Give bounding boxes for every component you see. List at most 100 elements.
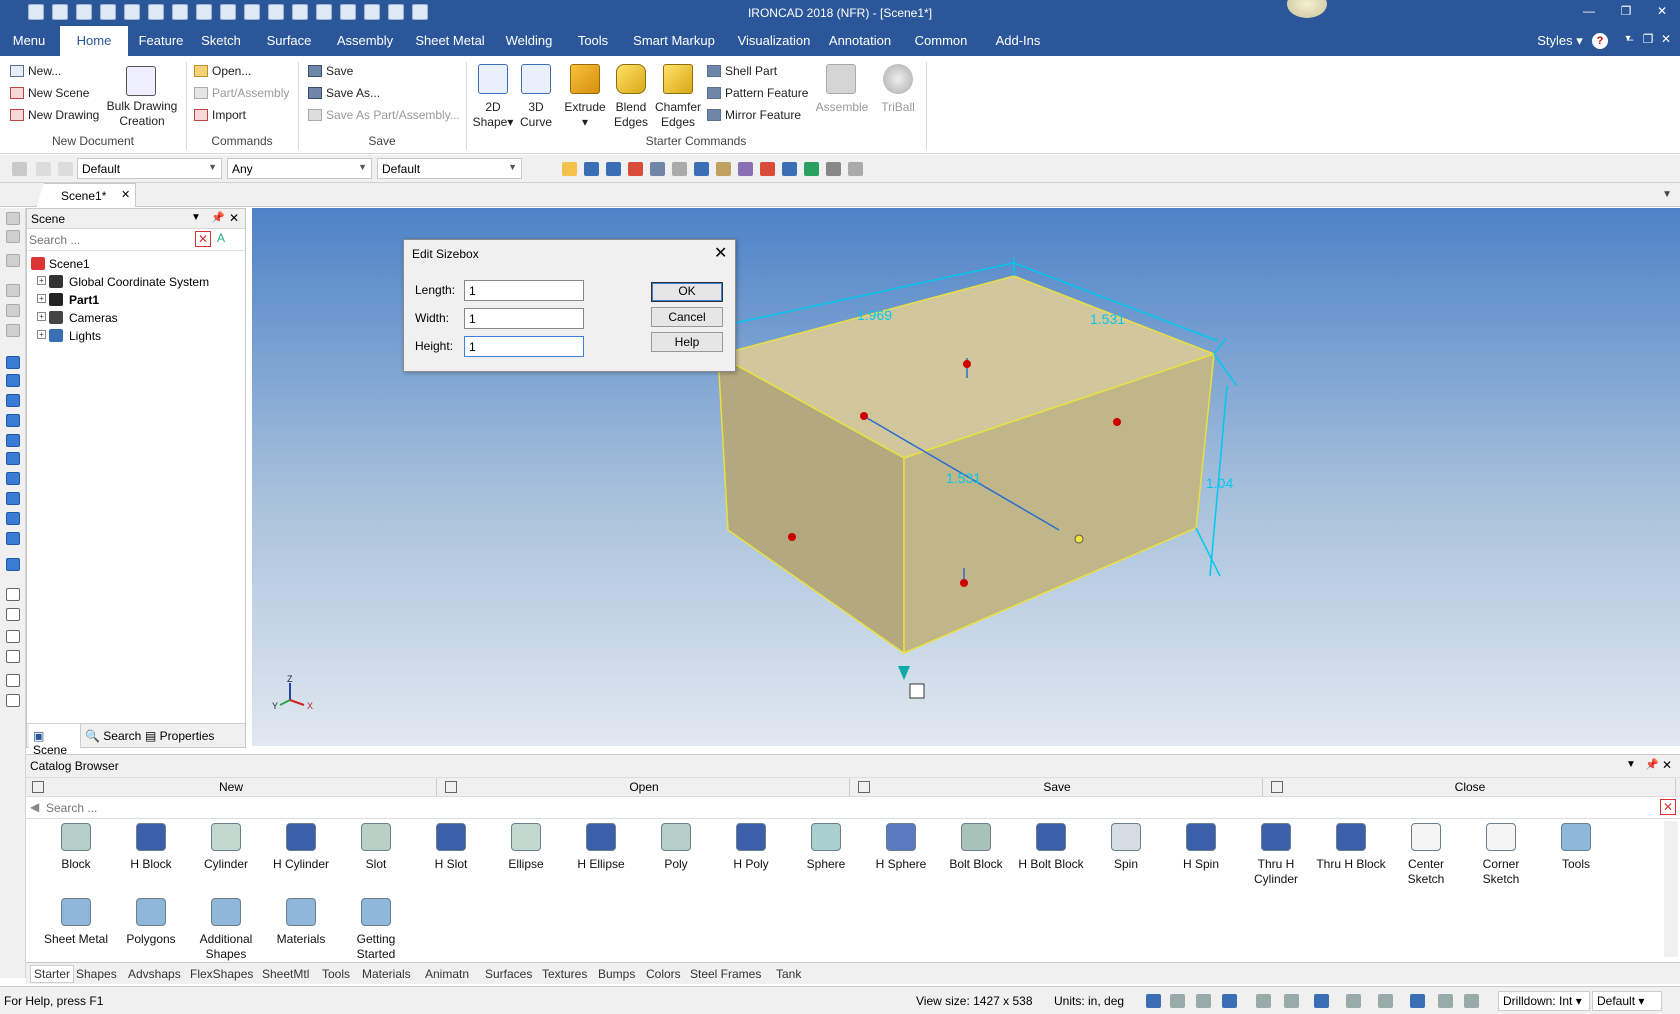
toolbar-tool-14-icon[interactable] — [848, 162, 863, 176]
catalog-item-sheet-metal[interactable]: Sheet Metal — [41, 898, 111, 947]
catalog-item-cylinder[interactable]: Cylinder — [191, 823, 261, 872]
catalog-tab-textures[interactable]: Textures — [542, 967, 587, 981]
expand-icon[interactable]: + — [37, 312, 46, 321]
side-tool-8-icon[interactable] — [6, 374, 20, 387]
dimension-width-label[interactable]: 1.531 — [1090, 311, 1125, 327]
catalog-tab-bumps[interactable]: Bumps — [598, 967, 635, 981]
catalog-item-h-sphere[interactable]: H Sphere — [866, 823, 936, 872]
help-icon[interactable]: ? — [1592, 33, 1608, 49]
close-tab-icon[interactable]: ✕ — [121, 188, 130, 201]
status-tool-11-icon[interactable] — [1438, 994, 1453, 1008]
expand-icon[interactable]: + — [37, 276, 46, 285]
tab-search[interactable]: 🔍 Search — [85, 729, 141, 743]
catalog-item-block[interactable]: Block — [41, 823, 111, 872]
catalog-item-polygons[interactable]: Polygons — [116, 898, 186, 947]
catalog-close-icon[interactable]: ✕ — [1662, 758, 1672, 772]
catalog-item-h-poly[interactable]: H Poly — [716, 823, 786, 872]
catalog-item-center-sketch[interactable]: Center Sketch — [1391, 823, 1461, 887]
expand-icon[interactable]: + — [37, 330, 46, 339]
ok-button[interactable]: OK — [651, 282, 723, 302]
drilldown-select[interactable]: Drilldown: Int ▾ — [1498, 991, 1590, 1011]
restore-button[interactable]: ❐ — [1612, 4, 1640, 18]
panel-menu-icon[interactable]: ▼ — [191, 212, 201, 223]
select-filter-icon[interactable] — [12, 162, 27, 176]
close-window-button[interactable]: ✕ — [1648, 4, 1676, 18]
pin-icon[interactable]: 📌 — [211, 211, 225, 224]
catalog-item-h-bolt-block[interactable]: H Bolt Block — [1016, 823, 1086, 872]
minimize-button[interactable]: — — [1575, 4, 1603, 18]
triball-button[interactable]: TriBall — [872, 100, 924, 115]
dimension-length-label[interactable]: 1.969 — [857, 307, 892, 323]
blend-edges-button[interactable]: Blend Edges — [606, 100, 656, 130]
toolbar-tool-2-icon[interactable] — [584, 162, 599, 176]
width-field[interactable] — [464, 308, 584, 329]
catalog-item-materials[interactable]: Materials — [266, 898, 336, 947]
toolbar-tool-6-icon[interactable] — [672, 162, 687, 176]
catalog-tab-materials[interactable]: Materials — [362, 967, 411, 981]
catalog-item-getting-started[interactable]: Getting Started — [341, 898, 411, 962]
menu-tools[interactable]: Tools — [568, 26, 618, 56]
pointer-icon[interactable] — [36, 162, 51, 176]
tab-list-icon[interactable]: ▼ — [1662, 189, 1672, 200]
combo-default-1[interactable]: Default ▼ — [77, 158, 222, 179]
new-scene-button[interactable]: New Scene — [10, 86, 89, 100]
side-tool-16-icon[interactable] — [6, 532, 20, 545]
side-tool-13-icon[interactable] — [6, 472, 20, 485]
catalog-item-thru-h-block[interactable]: Thru H Block — [1316, 823, 1386, 872]
side-tool-15-icon[interactable] — [6, 512, 20, 525]
shell-part-button[interactable]: Shell Part — [707, 64, 777, 78]
side-tool-14-icon[interactable] — [6, 492, 20, 505]
panel-close-icon[interactable]: ✕ — [229, 211, 239, 225]
catalog-tab-tank[interactable]: Tank — [776, 967, 801, 981]
tree-item-scene1[interactable]: Scene1 — [27, 255, 237, 273]
tree-item-global-coordinate-system[interactable]: + Global Coordinate System — [27, 273, 237, 291]
combo-any[interactable]: Any ▼ — [227, 158, 372, 179]
menu-visualization[interactable]: Visualization — [730, 26, 818, 56]
save-as-part-button[interactable]: Save As Part/Assembly... — [308, 108, 460, 122]
side-tool-4-icon[interactable] — [6, 284, 20, 297]
catalog-menu-icon[interactable]: ▼ — [1626, 759, 1636, 770]
tab-scene1[interactable]: Scene1* ✕ — [36, 183, 136, 207]
mirror-feature-button[interactable]: Mirror Feature — [707, 108, 801, 122]
length-field[interactable] — [464, 280, 584, 301]
catalog-save-button[interactable]: Save — [852, 778, 1263, 796]
doc-restore-button[interactable]: ❐ — [1638, 32, 1658, 46]
search-options-icon[interactable]: A — [217, 231, 233, 247]
catalog-tab-colors[interactable]: Colors — [646, 967, 681, 981]
toolbar-tool-3-icon[interactable] — [606, 162, 621, 176]
side-tool-6-icon[interactable] — [6, 324, 20, 337]
menu-common[interactable]: Common — [900, 26, 982, 56]
menu-annotation[interactable]: Annotation — [822, 26, 898, 56]
side-tool-10-icon[interactable] — [6, 414, 20, 427]
save-as-button[interactable]: Save As... — [308, 86, 380, 100]
scene-search-input[interactable] — [29, 231, 191, 249]
import-button[interactable]: Import — [194, 108, 246, 122]
assemble-button[interactable]: Assemble — [812, 100, 872, 115]
toolbar-tool-9-icon[interactable] — [738, 162, 753, 176]
new-drawing-button[interactable]: New Drawing — [10, 108, 99, 122]
toolbar-tool-10-icon[interactable] — [760, 162, 775, 176]
catalog-item-slot[interactable]: Slot — [341, 823, 411, 872]
menu-feature[interactable]: Feature — [132, 26, 190, 56]
tab-scene[interactable]: ▣ Scene — [29, 724, 81, 757]
side-tool-23-icon[interactable] — [6, 694, 20, 707]
side-tool-22-icon[interactable] — [6, 674, 20, 687]
doc-close-button[interactable]: ✕ — [1656, 32, 1676, 46]
toolbar-tool-13-icon[interactable] — [826, 162, 841, 176]
cancel-button[interactable]: Cancel — [651, 307, 723, 327]
help-button[interactable]: Help — [651, 332, 723, 352]
toolbar-tool-12-icon[interactable] — [804, 162, 819, 176]
status-tool-10-icon[interactable] — [1410, 994, 1425, 1008]
menu-sketch[interactable]: Sketch — [192, 26, 250, 56]
catalog-item-bolt-block[interactable]: Bolt Block — [941, 823, 1011, 872]
side-tool-20-icon[interactable] — [6, 630, 20, 643]
tree-item-part1[interactable]: + Part1 — [27, 291, 237, 309]
tree-item-lights[interactable]: + Lights — [27, 327, 237, 345]
toolbar-tool-11-icon[interactable] — [782, 162, 797, 176]
open-button[interactable]: Open... — [194, 64, 251, 78]
doc-minimize-button[interactable]: – — [1620, 32, 1640, 46]
catalog-item-h-block[interactable]: H Block — [116, 823, 186, 872]
anchor-icon[interactable] — [909, 683, 925, 699]
catalog-tab-surfaces[interactable]: Surfaces — [485, 967, 532, 981]
catalog-tab-advshaps[interactable]: Advshaps — [128, 967, 181, 981]
